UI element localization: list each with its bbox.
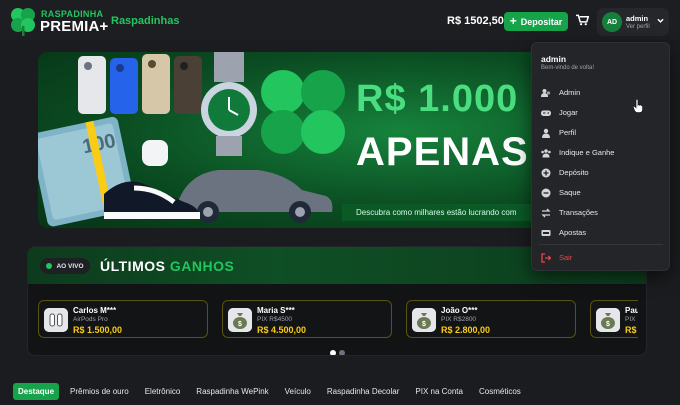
- win-card[interactable]: $ Paul PIX R$: [590, 300, 638, 338]
- top-header: RASPADINHA PREMIA+ Raspadinhas R$ 1502,5…: [0, 0, 680, 40]
- menu-item-label: Sair: [559, 253, 573, 262]
- win-prize: AirPods Pro: [73, 316, 108, 323]
- plus-icon: +: [509, 14, 517, 28]
- winner-name: Carlos M***: [73, 306, 117, 315]
- win-prize: PIX: [625, 316, 636, 323]
- menu-item-jogar[interactable]: Jogar: [539, 104, 665, 121]
- svg-text:$: $: [606, 321, 610, 328]
- deposit-button[interactable]: + Depositar: [504, 12, 568, 31]
- user-name: admin: [626, 14, 649, 23]
- menu-item-deposito[interactable]: Depósito: [539, 164, 665, 181]
- user-menu-button[interactable]: AD admin Ver perfil: [597, 8, 669, 36]
- tab-pix-na-conta[interactable]: PIX na Conta: [410, 383, 468, 400]
- menu-item-transacoes[interactable]: Transações: [539, 204, 665, 221]
- menu-item-label: Perfil: [559, 128, 577, 137]
- logo-text-bottom: PREMIA+: [40, 18, 109, 35]
- title-white-part: ÚLTIMOS: [100, 258, 166, 274]
- clover-logo-icon[interactable]: [7, 4, 39, 36]
- menu-item-label: Indique e Ganhe: [559, 148, 615, 157]
- withdraw-icon: [541, 188, 551, 197]
- menu-item-perfil[interactable]: Perfil: [539, 124, 665, 141]
- menu-item-indique[interactable]: Indique e Ganhe: [539, 144, 665, 161]
- chevron-down-icon: [657, 18, 664, 23]
- latest-wins-title: ÚLTIMOS GANHOS: [100, 258, 234, 274]
- win-value: R$ 1.500,00: [73, 325, 123, 335]
- tab-eletronico[interactable]: Eletrônico: [140, 383, 186, 400]
- carousel-dots: [330, 350, 345, 355]
- airpods-icon: [44, 308, 68, 332]
- user-icon: [542, 128, 550, 138]
- gamepad-icon: [541, 110, 551, 116]
- menu-item-label: Apostas: [559, 228, 587, 237]
- win-value: R$: [625, 325, 637, 335]
- money-bag-icon: $: [228, 308, 252, 332]
- menu-username: admin: [541, 54, 567, 64]
- cart-icon[interactable]: [576, 14, 589, 26]
- deposit-button-label: Depositar: [520, 16, 563, 27]
- deposit-icon: [541, 168, 551, 177]
- win-card[interactable]: $ Maria S*** PIX R$4500 R$ 4.500,00: [222, 300, 392, 338]
- money-bag-icon: $: [596, 308, 620, 332]
- banner-headline-1: R$ 1.000 C: [356, 78, 559, 120]
- svg-text:$: $: [238, 321, 242, 328]
- win-value: R$ 2.800,00: [441, 325, 491, 335]
- nav-raspadinhas[interactable]: Raspadinhas: [111, 15, 179, 27]
- menu-item-admin[interactable]: Admin: [539, 84, 665, 101]
- money-bag-icon: $: [412, 308, 436, 332]
- user-dropdown-menu: admin Bem-vindo de volta! Admin Jogar Pe…: [531, 42, 670, 271]
- carousel-dot[interactable]: [339, 350, 345, 355]
- prizes-illustration: 100: [38, 52, 345, 227]
- tab-raspadinha-wepink[interactable]: Raspadinha WePink: [191, 383, 273, 400]
- win-prize: PIX R$4500: [257, 316, 293, 323]
- hand-cursor-icon: [633, 99, 643, 113]
- winner-name: Maria S***: [257, 306, 295, 315]
- tab-raspadinha-decolar[interactable]: Raspadinha Decolar: [322, 383, 405, 400]
- menu-item-saque[interactable]: Saque: [539, 184, 665, 201]
- menu-item-sair[interactable]: Sair: [539, 249, 665, 266]
- bets-icon: [541, 229, 551, 236]
- menu-item-label: Transações: [559, 208, 598, 217]
- logout-icon: [541, 252, 551, 263]
- menu-welcome: Bem-vindo de volta!: [541, 65, 595, 71]
- live-badge-label: AO VIVO: [56, 262, 84, 270]
- tab-veiculo[interactable]: Veículo: [280, 383, 316, 400]
- tab-destaque[interactable]: Destaque: [13, 383, 60, 400]
- win-prize: PIX R$2800: [441, 316, 477, 323]
- balance-amount: R$ 1502,50: [447, 15, 504, 27]
- win-card[interactable]: Carlos M*** AirPods Pro R$ 1.500,00: [38, 300, 208, 338]
- app-root: RASPADINHA PREMIA+ Raspadinhas R$ 1502,5…: [0, 0, 680, 405]
- menu-item-label: Saque: [559, 188, 581, 197]
- winner-name: João O***: [441, 306, 478, 315]
- view-profile-link: Ver perfil: [626, 24, 650, 30]
- avatar: AD: [602, 12, 622, 32]
- live-dot-icon: [46, 263, 53, 269]
- tab-cosmeticos[interactable]: Cosméticos: [474, 383, 526, 400]
- carousel-dot-active[interactable]: [330, 350, 336, 355]
- menu-item-label: Admin: [559, 88, 581, 97]
- svg-text:$: $: [422, 321, 426, 328]
- transactions-icon: [541, 208, 551, 217]
- admin-users-icon: [541, 88, 551, 97]
- menu-item-label: Jogar: [559, 108, 578, 117]
- live-badge: AO VIVO: [40, 258, 90, 274]
- title-green-part: GANHOS: [169, 258, 235, 274]
- wins-carousel[interactable]: Carlos M*** AirPods Pro R$ 1.500,00 $ Ma…: [38, 300, 638, 340]
- win-card[interactable]: $ João O*** PIX R$2800 R$ 2.800,00: [406, 300, 576, 338]
- win-value: R$ 4.500,00: [257, 325, 307, 335]
- referral-icon: [541, 148, 551, 157]
- category-tabs: Destaque Prêmios de ouro Eletrônico Rasp…: [13, 383, 526, 400]
- tab-premios-de-ouro[interactable]: Prêmios de ouro: [65, 383, 134, 400]
- menu-item-label: Depósito: [559, 168, 589, 177]
- winner-name: Paul: [625, 306, 638, 315]
- menu-item-apostas[interactable]: Apostas: [539, 224, 665, 241]
- menu-divider: [539, 244, 663, 245]
